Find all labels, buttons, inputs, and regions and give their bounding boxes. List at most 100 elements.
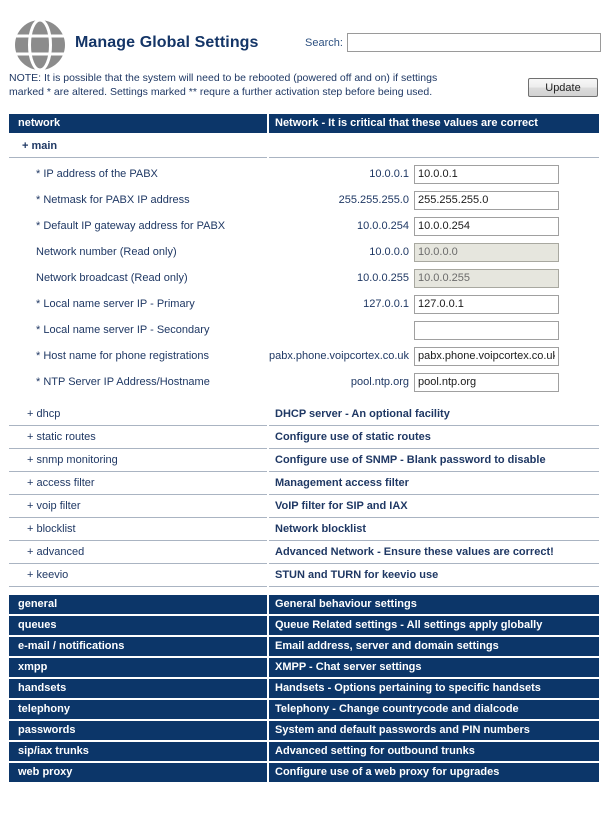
subsection-label[interactable]: + snmp monitoring (9, 449, 267, 472)
setting-label: * Default IP gateway address for PABX (36, 220, 226, 232)
setting-label: * Local name server IP - Primary (36, 298, 195, 310)
reboot-note: NOTE: It is possible that the system wil… (9, 72, 438, 98)
category-description: Telephony - Change countrycode and dialc… (269, 700, 599, 719)
search-area: Search: (305, 33, 601, 52)
subsection-label[interactable]: + access filter (9, 472, 267, 495)
subsection-description: Management access filter (269, 472, 599, 495)
subsection-description: STUN and TURN for keevio use (269, 564, 599, 587)
subsection-label[interactable]: + dhcp (9, 403, 267, 426)
setting-input-readonly (414, 242, 559, 262)
subsection-description: Configure use of static routes (269, 426, 599, 449)
category-key[interactable]: network (9, 114, 267, 133)
subsection-row[interactable]: + voip filter VoIP filter for SIP and IAX (9, 495, 599, 518)
setting-row: * Netmask for PABX IP address 255.255.255… (9, 187, 599, 213)
category-key[interactable]: queues (9, 616, 267, 635)
category-row[interactable]: e-mail / notifications Email address, ser… (9, 637, 599, 656)
setting-row: * Local name server IP - Secondary (9, 317, 599, 343)
category-row[interactable]: queues Queue Related settings - All setti… (9, 616, 599, 635)
setting-current-value: 10.0.0.1 (369, 168, 409, 180)
page-title: Manage Global Settings (75, 34, 259, 51)
page-header: Manage Global Settings Search: (0, 0, 608, 72)
setting-row: * NTP Server IP Address/Hostname pool.ntp… (9, 369, 599, 395)
subsection-row-main[interactable]: + main (9, 135, 599, 158)
globe-icon (14, 18, 66, 72)
setting-input[interactable] (414, 294, 559, 314)
subsection-description: DHCP server - An optional facility (269, 403, 599, 426)
settings-table: network Network - It is critical that th… (9, 114, 599, 782)
subsection-label[interactable]: + advanced (9, 541, 267, 564)
setting-input[interactable] (414, 346, 559, 366)
category-description: Configure use of a web proxy for upgrade… (269, 763, 599, 782)
subsection-description: Advanced Network - Ensure these values a… (269, 541, 599, 564)
setting-row: * IP address of the PABX 10.0.0.1 (9, 161, 599, 187)
subsection-row[interactable]: + keevio STUN and TURN for keevio use (9, 564, 599, 587)
category-key[interactable]: sip/iax trunks (9, 742, 267, 761)
category-description: Network - It is critical that these valu… (269, 114, 599, 133)
setting-current-value: pabx.phone.voipcortex.co.uk (269, 350, 410, 362)
subsection-row[interactable]: + dhcp DHCP server - An optional facility (9, 403, 599, 426)
subsection-description (269, 135, 599, 158)
setting-row: * Local name server IP - Primary 127.0.0.… (9, 291, 599, 317)
setting-label: Network broadcast (Read only) (36, 272, 188, 284)
update-button[interactable]: Update (528, 78, 598, 97)
category-description: XMPP - Chat server settings (269, 658, 599, 677)
category-key[interactable]: telephony (9, 700, 267, 719)
setting-input[interactable] (414, 216, 559, 236)
setting-input[interactable] (414, 190, 559, 210)
main-field-list: * IP address of the PABX 10.0.0.1 * Netmas… (9, 161, 599, 395)
category-row[interactable]: sip/iax trunks Advanced setting for outbo… (9, 742, 599, 761)
subsection-row[interactable]: + blocklist Network blocklist (9, 518, 599, 541)
category-description: Email address, server and domain setting… (269, 637, 599, 656)
subsection-description: VoIP filter for SIP and IAX (269, 495, 599, 518)
setting-row: Network number (Read only) 10.0.0.0 (9, 239, 599, 265)
subsection-description: Network blocklist (269, 518, 599, 541)
setting-label: * Host name for phone registrations (36, 350, 210, 362)
setting-row: Network broadcast (Read only) 10.0.0.255 (9, 265, 599, 291)
setting-label: Network number (Read only) (36, 246, 177, 258)
setting-label: * NTP Server IP Address/Hostname (36, 376, 210, 388)
category-key[interactable]: web proxy (9, 763, 267, 782)
setting-row: * Default IP gateway address for PABX 10.… (9, 213, 599, 239)
subsection-label[interactable]: + static routes (9, 426, 267, 449)
subsection-row[interactable]: + static routes Configure use of static r… (9, 426, 599, 449)
setting-current-value: pool.ntp.org (350, 376, 409, 388)
subsection-label[interactable]: + blocklist (9, 518, 267, 541)
subsection-label[interactable]: + voip filter (9, 495, 267, 518)
category-row[interactable]: general General behaviour settings (9, 595, 599, 614)
note-area: NOTE: It is possible that the system wil… (0, 72, 608, 114)
category-description: Advanced setting for outbound trunks (269, 742, 599, 761)
setting-input[interactable] (414, 164, 559, 184)
setting-current-value: 127.0.0.1 (363, 298, 409, 310)
setting-input[interactable] (414, 320, 559, 340)
category-key[interactable]: general (9, 595, 267, 614)
subsection-row[interactable]: + access filter Management access filter (9, 472, 599, 495)
subsection-row[interactable]: + snmp monitoring Configure use of SNMP -… (9, 449, 599, 472)
category-description: General behaviour settings (269, 595, 599, 614)
category-row[interactable]: xmpp XMPP - Chat server settings (9, 658, 599, 677)
category-key[interactable]: e-mail / notifications (9, 637, 267, 656)
category-row-network[interactable]: network Network - It is critical that th… (9, 114, 599, 133)
setting-current-value: 10.0.0.254 (357, 220, 409, 232)
setting-input-readonly (414, 268, 559, 288)
category-key[interactable]: passwords (9, 721, 267, 740)
category-description: System and default passwords and PIN num… (269, 721, 599, 740)
category-list: general General behaviour settings queues Q… (9, 595, 599, 782)
category-row[interactable]: passwords System and default passwords an… (9, 721, 599, 740)
setting-label: * Local name server IP - Secondary (36, 324, 210, 336)
setting-label: * IP address of the PABX (36, 168, 158, 180)
category-row[interactable]: web proxy Configure use of a web proxy fo… (9, 763, 599, 782)
setting-input[interactable] (414, 372, 559, 392)
subsection-label[interactable]: + main (9, 135, 267, 158)
setting-current-value: 255.255.255.0 (338, 194, 409, 206)
subsection-label[interactable]: + keevio (9, 564, 267, 587)
category-description: Handsets - Options pertaining to specifi… (269, 679, 599, 698)
search-input[interactable] (346, 33, 601, 52)
category-key[interactable]: handsets (9, 679, 267, 698)
setting-row: * Host name for phone registrations pabx.… (9, 343, 599, 369)
subsection-row[interactable]: + advanced Advanced Network - Ensure thes… (9, 541, 599, 564)
category-row[interactable]: telephony Telephony - Change countrycode … (9, 700, 599, 719)
setting-current-value: 10.0.0.0 (369, 246, 409, 258)
category-row[interactable]: handsets Handsets - Options pertaining to… (9, 679, 599, 698)
category-description: Queue Related settings - All settings ap… (269, 616, 599, 635)
category-key[interactable]: xmpp (9, 658, 267, 677)
